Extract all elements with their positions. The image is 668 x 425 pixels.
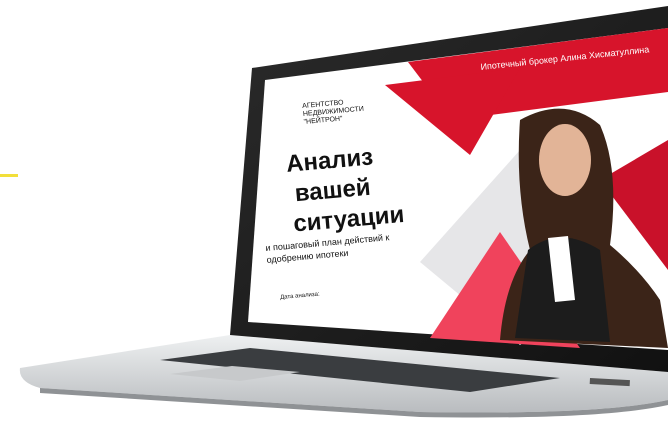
yellow-accent-line (0, 174, 18, 177)
headline: Анализ вашей ситуации (285, 140, 406, 240)
laptop-mockup-image: АГЕНТСТВО НЕДВИЖИМОСТИ "НЕЙТРОН" Анализ … (0, 0, 668, 425)
